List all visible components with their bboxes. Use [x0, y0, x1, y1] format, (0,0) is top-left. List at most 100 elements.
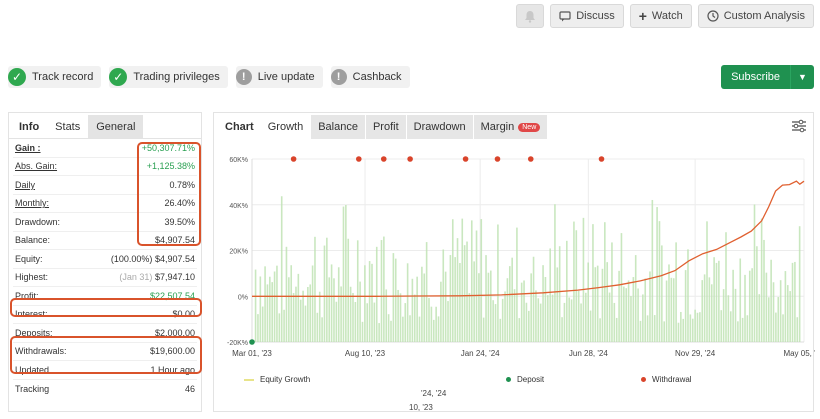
- watch-button[interactable]: + Watch: [629, 4, 692, 28]
- equity-bar: [556, 267, 559, 342]
- equity-bar: [440, 281, 442, 342]
- equity-bar: [321, 317, 323, 342]
- equity-bar: [682, 318, 685, 342]
- status-chips: ✓ Track record ✓ Trading privileges ! Li…: [8, 66, 410, 88]
- equity-bar: [606, 262, 609, 342]
- legend-withdrawal[interactable]: Withdrawal: [641, 375, 692, 384]
- equity-bar: [302, 290, 304, 342]
- equity-bar: [582, 217, 585, 342]
- chart-tabs: Chart Growth Balance Profit Drawdown Mar…: [214, 113, 813, 139]
- equity-bar: [468, 293, 471, 342]
- equity-bar: [349, 286, 352, 342]
- status-live-update[interactable]: ! Live update: [235, 66, 323, 88]
- equity-bar: [608, 292, 611, 342]
- equity-bar: [513, 289, 516, 342]
- tab-balance[interactable]: Balance: [310, 115, 365, 139]
- equity-bar: [259, 276, 262, 342]
- check-icon: ✓: [109, 68, 128, 86]
- equity-bar: [696, 312, 699, 342]
- status-cashback[interactable]: ! Cashback: [330, 66, 410, 88]
- equity-bar: [264, 266, 266, 342]
- equity-bar: [625, 288, 628, 342]
- equity-bar: [266, 284, 269, 342]
- equity-bar: [371, 263, 373, 342]
- equity-bar: [710, 284, 713, 342]
- equity-bar: [563, 302, 566, 342]
- stat-value-group: (Jan 31) $7,947.10: [119, 272, 195, 282]
- tab-growth[interactable]: Growth: [261, 115, 310, 139]
- equity-bar: [656, 207, 658, 342]
- exclamation-icon: !: [235, 69, 252, 85]
- equity-bar: [335, 301, 338, 342]
- stats-tabs: Info Stats General: [9, 113, 201, 139]
- legend-label: Deposit: [517, 375, 545, 384]
- tab-info[interactable]: Info: [11, 115, 47, 138]
- tab-general[interactable]: General: [88, 115, 144, 138]
- tab-chart[interactable]: Chart: [218, 115, 261, 139]
- subscribe-button[interactable]: Subscribe: [721, 65, 790, 89]
- equity-bar: [380, 240, 383, 342]
- equity-bar: [383, 236, 385, 342]
- status-trading-privileges[interactable]: ✓ Trading privileges: [109, 66, 228, 88]
- equity-bar: [737, 321, 739, 342]
- equity-bar: [784, 271, 787, 342]
- equity-bar: [364, 265, 366, 342]
- equity-bar: [551, 294, 554, 342]
- equity-bar: [518, 318, 521, 342]
- equity-bar: [756, 246, 758, 342]
- y-tick-label: 40K%: [229, 203, 248, 210]
- equity-bar: [402, 316, 404, 342]
- equity-bar: [677, 322, 680, 342]
- equity-bar: [345, 205, 347, 342]
- tab-margin[interactable]: Margin New: [472, 115, 548, 139]
- equity-bar: [644, 278, 647, 342]
- status-track-record[interactable]: ✓ Track record: [8, 66, 102, 88]
- equity-bar: [744, 274, 746, 342]
- equity-bar: [356, 240, 359, 342]
- equity-bar: [732, 269, 734, 342]
- equity-bar: [558, 246, 561, 342]
- tab-stats[interactable]: Stats: [47, 115, 88, 138]
- equity-bar: [729, 311, 732, 342]
- custom-analysis-button[interactable]: Custom Analysis: [697, 4, 814, 28]
- highlight-profit: [10, 298, 202, 317]
- stat-label: Monthly:: [15, 198, 50, 209]
- settings-sliders-icon[interactable]: [791, 119, 807, 133]
- equity-bar: [703, 274, 706, 342]
- growth-chart: -20K% 0% 20K% 40K% 60K% Mar 01, '23 Aug 10, '2…: [227, 156, 815, 358]
- legend-equity-growth[interactable]: Equity Growth: [244, 375, 404, 384]
- equity-bar: [413, 294, 416, 342]
- equity-bar: [394, 258, 397, 342]
- equity-bar: [430, 306, 433, 342]
- equity-bar: [456, 238, 459, 342]
- equity-bar: [715, 262, 718, 342]
- stat-label: Gain :: [15, 142, 41, 153]
- equity-bar: [461, 218, 464, 342]
- equity-bar: [623, 286, 625, 342]
- x-tick-label: Jan 24, '24: [461, 349, 500, 358]
- equity-bar: [290, 265, 293, 342]
- equity-bar: [326, 237, 328, 342]
- tab-profit[interactable]: Profit: [364, 115, 406, 139]
- equity-bar: [687, 249, 689, 342]
- clock-icon: [707, 10, 719, 22]
- equity-bar: [487, 272, 490, 342]
- equity-bar: [330, 264, 333, 342]
- equity-bar: [592, 224, 594, 342]
- tab-drawdown[interactable]: Drawdown: [405, 115, 473, 139]
- legend-deposit[interactable]: Deposit: [506, 375, 641, 384]
- equity-bar: [489, 270, 492, 342]
- subscribe-dropdown-button[interactable]: ▼: [790, 65, 814, 89]
- equity-bar: [532, 256, 535, 342]
- equity-bar: [511, 257, 513, 342]
- x-tick-label: May 05, '25: [783, 349, 815, 358]
- equity-bar: [570, 299, 573, 342]
- notification-button[interactable]: [516, 4, 545, 28]
- equity-bar: [672, 278, 675, 342]
- equity-bar: [651, 199, 654, 342]
- discuss-button[interactable]: Discuss: [550, 4, 624, 28]
- equity-bar: [537, 298, 540, 342]
- equity-bar: [299, 299, 302, 342]
- equity-bar: [499, 318, 502, 342]
- equity-bar: [328, 277, 331, 342]
